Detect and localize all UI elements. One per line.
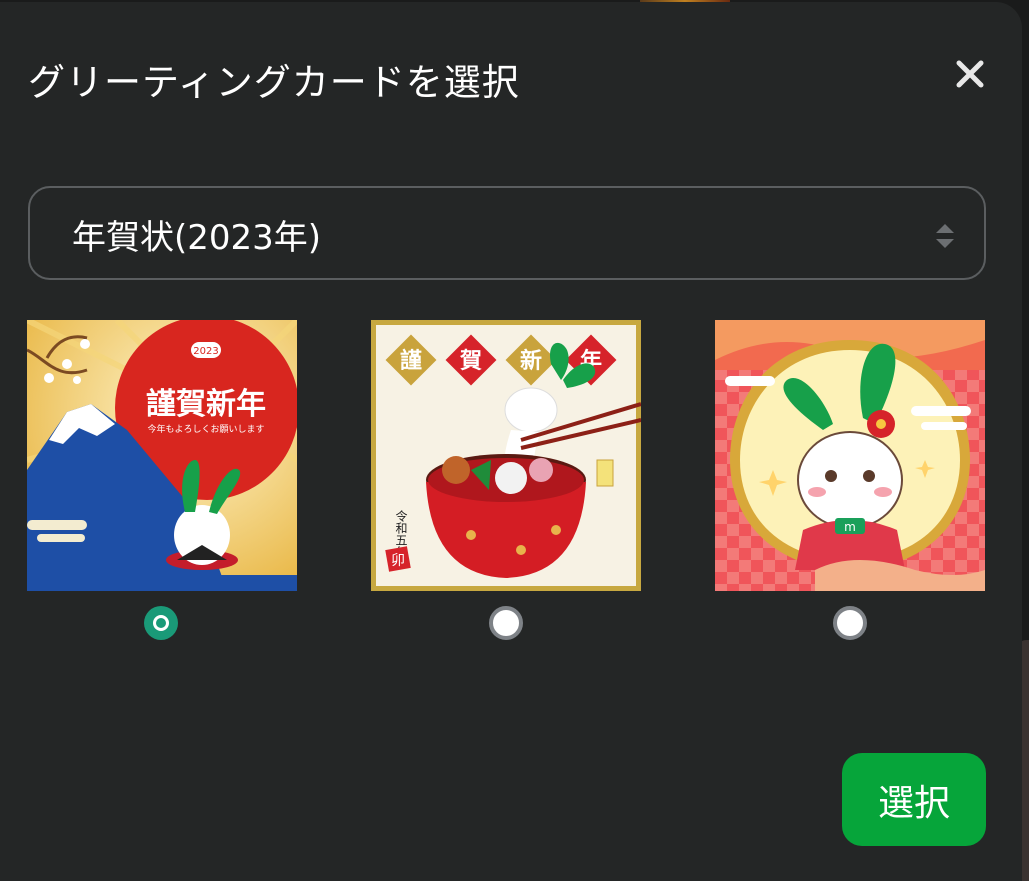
card2-diamond-2: 賀	[459, 349, 482, 374]
close-icon	[956, 60, 984, 88]
dialog-title: グリーティングカードを選択	[28, 61, 520, 104]
card-ozoni-bowl-image: 謹 賀 新 年 令和五年 卯	[371, 320, 641, 591]
card2-diamond-3: 新	[520, 348, 542, 374]
card-thumbnail-1[interactable]: 2023 謹賀新年 今年もよろしくお願いします	[27, 320, 297, 591]
category-select-value: 年賀状(2023年)	[72, 218, 322, 258]
close-button[interactable]	[948, 52, 992, 96]
select-button[interactable]: 選択	[842, 753, 986, 846]
card-thumbnail-3[interactable]: m	[715, 320, 985, 591]
card2-stamp: 卯	[391, 553, 405, 569]
card-radio-3[interactable]	[833, 606, 867, 640]
card2-diamond-1: 謹	[400, 348, 422, 374]
card-thumbnail-2[interactable]: 謹 賀 新 年 令和五年 卯	[371, 320, 641, 591]
category-select[interactable]: 年賀状(2023年)	[28, 186, 986, 280]
card-radio-1[interactable]	[144, 606, 178, 640]
greeting-card-dialog: グリーティングカードを選択 年賀状(2023年) 2023 謹賀新年 今年もよろ…	[0, 2, 1022, 881]
card3-badge: m	[844, 520, 856, 534]
card-radio-2[interactable]	[489, 606, 523, 640]
card-mt-fuji-sunrise-image: 2023 謹賀新年 今年もよろしくお願いします	[27, 320, 297, 591]
card-kimono-rabbit-image: m	[715, 320, 985, 591]
sort-arrows-icon	[936, 224, 954, 248]
card1-badge: 2023	[193, 346, 218, 357]
card1-heading: 謹賀新年	[146, 387, 266, 422]
card1-subheading: 今年もよろしくお願いします	[147, 423, 264, 435]
